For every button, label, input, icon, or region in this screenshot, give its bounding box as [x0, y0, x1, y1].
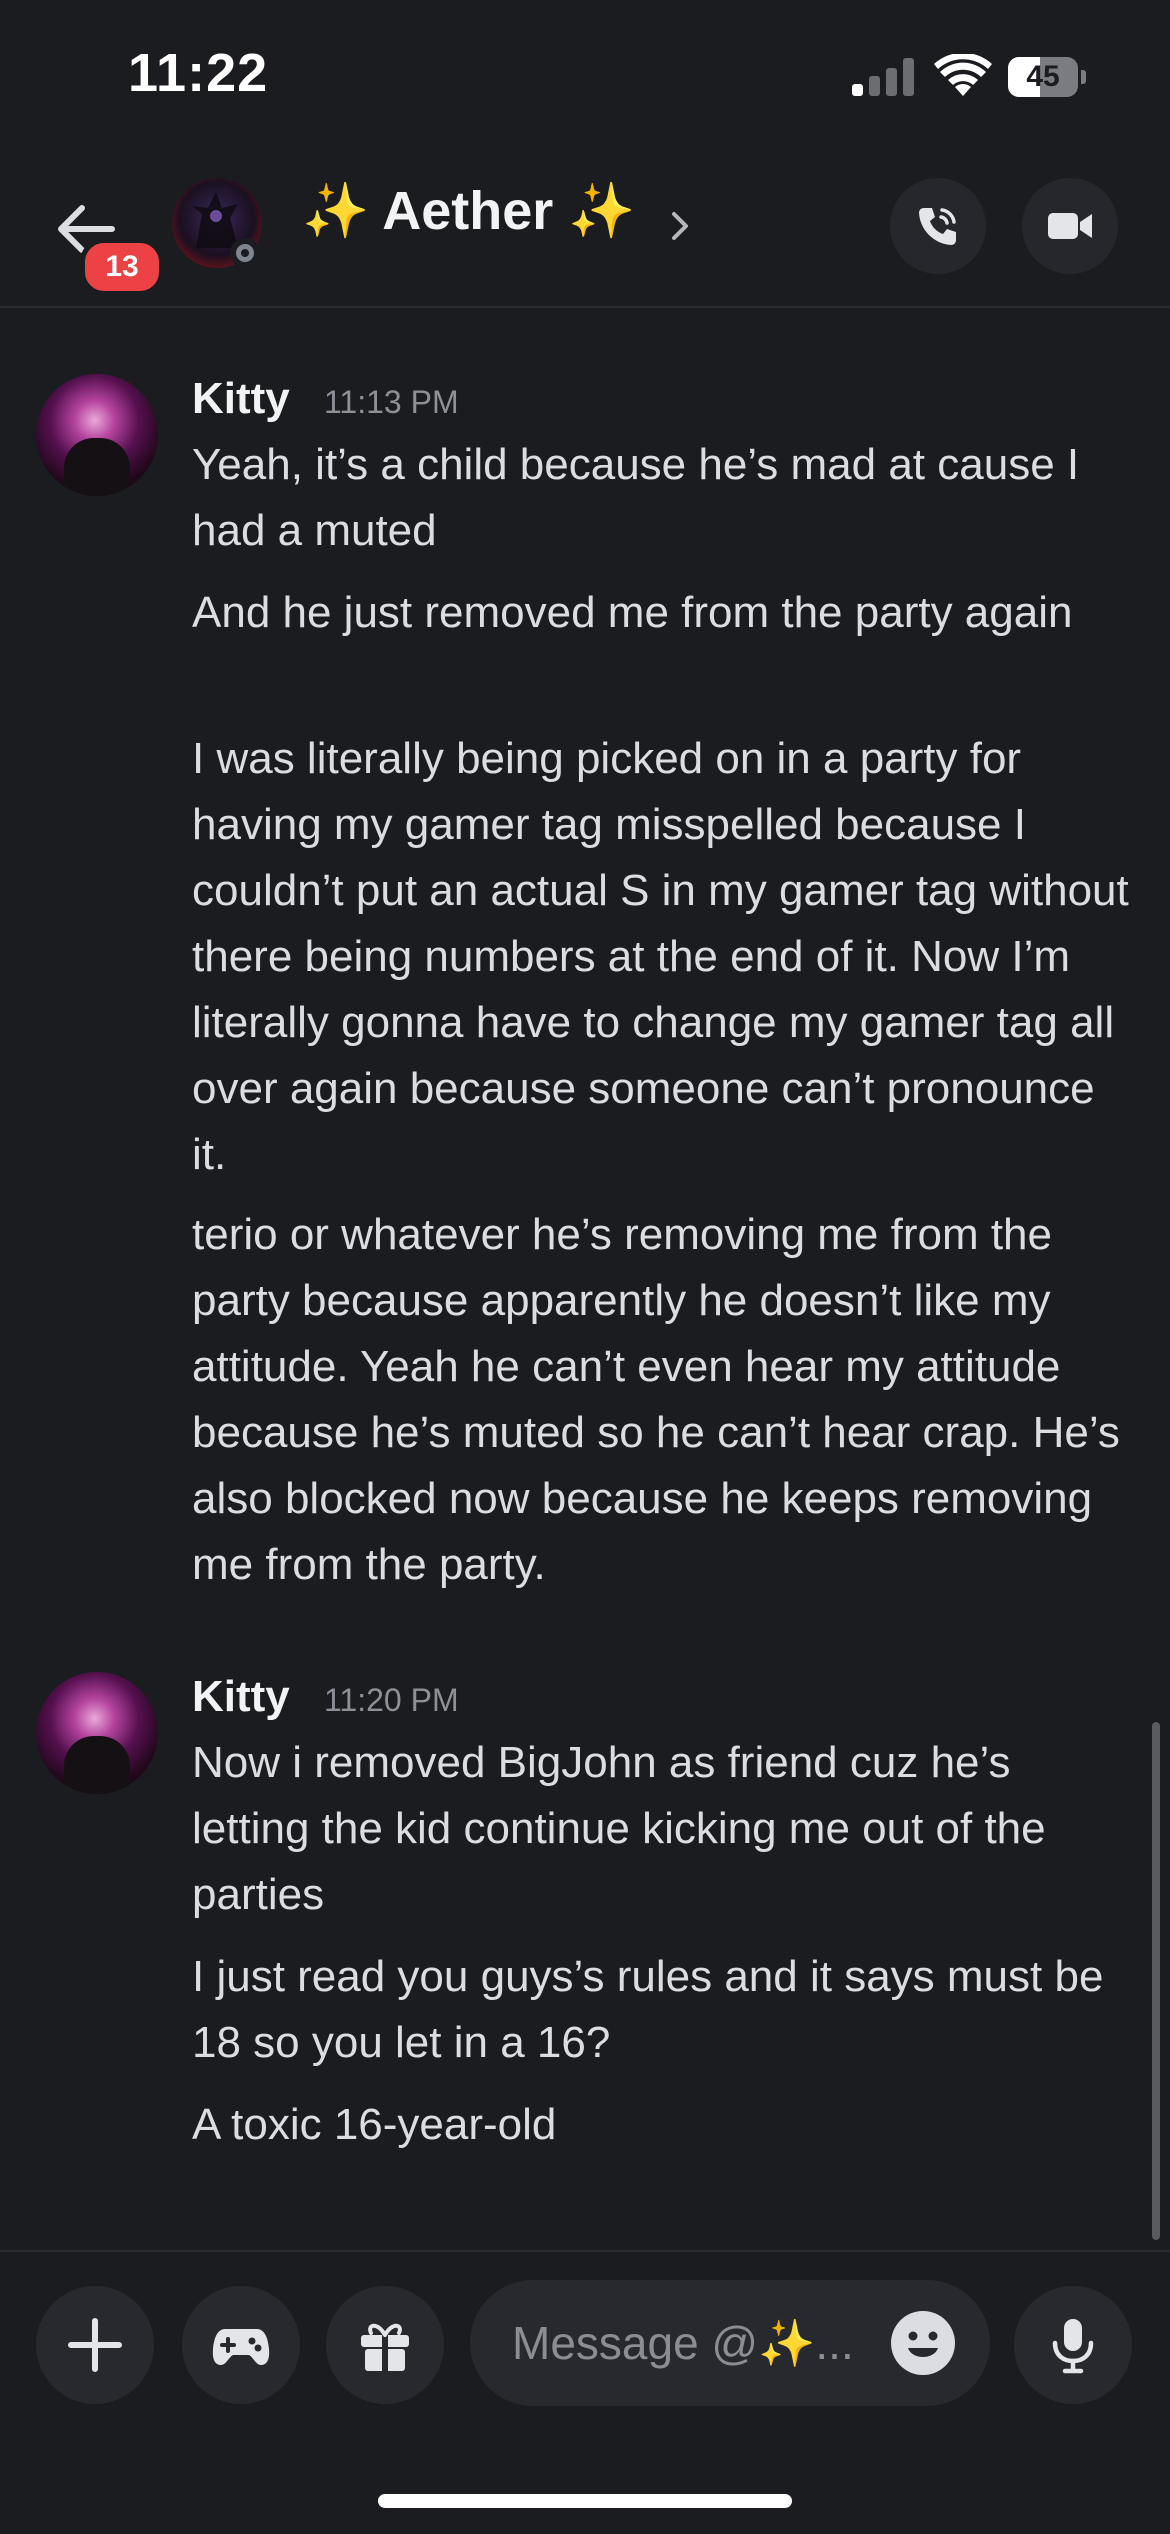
message-text[interactable]: A toxic 16-year-old	[192, 2092, 1132, 2158]
message-input[interactable]: Message @✨...	[470, 2280, 990, 2406]
battery-percent: 45	[1026, 60, 1060, 93]
microphone-icon	[1052, 2319, 1094, 2374]
author-name[interactable]: Kitty	[192, 374, 290, 424]
home-indicator[interactable]	[378, 2494, 792, 2508]
voice-call-button[interactable]	[890, 178, 986, 274]
author-avatar[interactable]	[36, 1672, 158, 1794]
author-avatar[interactable]	[36, 374, 158, 496]
author-name[interactable]: Kitty	[192, 1672, 290, 1722]
wifi-icon	[934, 52, 992, 98]
emoji-icon	[891, 2311, 955, 2375]
video-camera-icon	[1048, 213, 1092, 239]
message-text[interactable]: And he just removed me from the party ag…	[192, 580, 1132, 646]
presence-offline-icon	[230, 238, 260, 268]
plus-icon	[68, 2318, 122, 2372]
scrollbar[interactable]	[1152, 1722, 1160, 2240]
channel-title[interactable]: ✨ Aether ✨	[302, 180, 636, 243]
add-attachment-button[interactable]	[36, 2286, 154, 2404]
message-text[interactable]: I just read you guys’s rules and it says…	[192, 1944, 1132, 2076]
gift-icon	[361, 2323, 409, 2371]
gift-button[interactable]	[326, 2286, 444, 2404]
activities-button[interactable]	[182, 2286, 300, 2404]
status-time: 11:22	[128, 43, 269, 103]
message-text[interactable]: Yeah, it’s a child because he’s mad at c…	[192, 432, 1132, 564]
status-bar: 11:22 45	[0, 0, 1170, 150]
unread-count-badge: 13	[80, 238, 164, 296]
gamepad-icon	[212, 2329, 270, 2365]
video-call-button[interactable]	[1022, 178, 1118, 274]
message-input-placeholder: Message @✨...	[512, 2317, 854, 2369]
cellular-signal-icon	[852, 58, 914, 96]
message-text[interactable]: I was literally being picked on in a par…	[192, 726, 1132, 1188]
message-text[interactable]: terio or whatever he’s removing me from …	[192, 1202, 1132, 1598]
message-text[interactable]: Now i removed BigJohn as friend cuz he’s…	[192, 1730, 1132, 1928]
message-timestamp: 11:20 PM	[324, 1682, 459, 1718]
chevron-right-icon[interactable]	[666, 202, 696, 250]
phone-call-icon	[919, 208, 956, 245]
chat-header: 13 ✨ Aether ✨	[0, 150, 1170, 308]
message-timestamp: 11:13 PM	[324, 384, 459, 420]
emoji-button[interactable]	[890, 2310, 956, 2376]
voice-message-button[interactable]	[1014, 2286, 1132, 2404]
battery-icon: 45	[1008, 57, 1088, 97]
message-composer: Message @✨...	[0, 2250, 1170, 2534]
